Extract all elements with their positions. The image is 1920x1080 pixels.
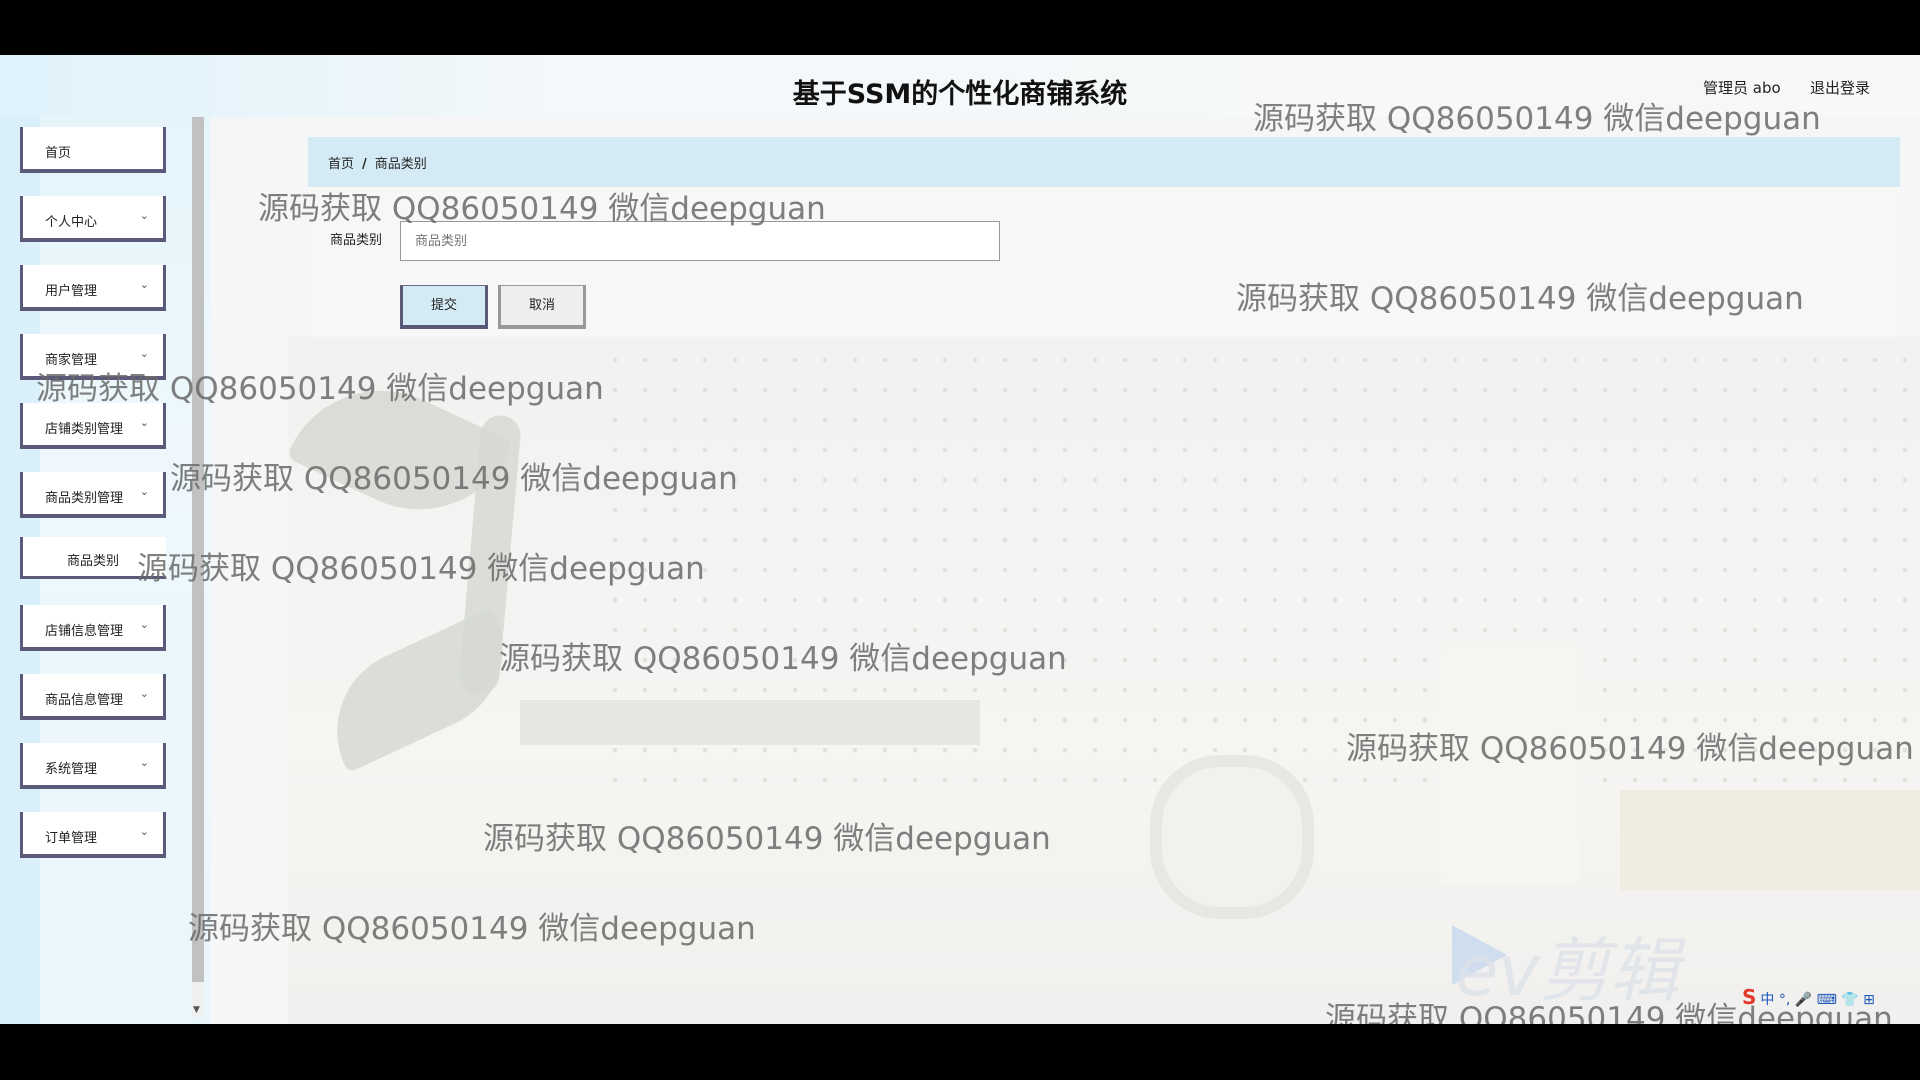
video-letterbox-top [0, 0, 1920, 55]
sidebar-item-personal-center[interactable]: 个人中心 ⌄ [20, 196, 166, 242]
submenu-item-label: 商品类别 [67, 554, 120, 569]
watermark-text: 源码获取 QQ86050149 微信deepguan [258, 191, 826, 227]
sidebar-item-shop-info-management[interactable]: 店铺信息管理 ⌄ [20, 605, 166, 651]
watermark-text: 源码获取 QQ86050149 微信deepguan [483, 821, 1051, 857]
watermark-text: 源码获取 QQ86050149 微信deepguan [170, 461, 738, 497]
decorative-shelf [520, 700, 980, 745]
watermark-text: 源码获取 QQ86050149 微信deepguan [188, 911, 756, 947]
breadcrumb-current: 商品类别 [374, 157, 427, 172]
breadcrumb-bar: 首页 / 商品类别 [308, 137, 1900, 187]
chevron-down-icon: ⌄ [139, 485, 149, 498]
sidebar-item-order-management[interactable]: 订单管理 ⌄ [20, 812, 166, 858]
sidebar-item-label: 首页 [45, 146, 72, 161]
breadcrumb-home[interactable]: 首页 [328, 157, 354, 172]
watermark-text: 源码获取 QQ86050149 微信deepguan [1346, 731, 1914, 767]
sidebar-item-label: 个人中心 [45, 215, 98, 230]
watermark-text: 源码获取 QQ86050149 微信deepguan [137, 551, 705, 587]
ime-toolbar[interactable]: S中 °, 🎤 ⌨ 👕 ⊞ [1742, 985, 1875, 1009]
cancel-button[interactable]: 取消 [498, 285, 586, 329]
sidebar-item-label: 商品类别管理 [45, 491, 124, 506]
sidebar-item-label: 店铺类别管理 [45, 422, 124, 437]
chevron-down-icon: ⌄ [139, 756, 149, 769]
decorative-ring [1150, 755, 1314, 919]
sidebar-item-user-management[interactable]: 用户管理 ⌄ [20, 265, 166, 311]
breadcrumb-separator: / [362, 157, 367, 172]
app-screen: 基于SSM的个性化商铺系统 管理员 abo 退出登录 首页 个人中心 ⌄ 用户管… [0, 55, 1920, 1024]
chevron-down-icon: ⌄ [139, 687, 149, 700]
breadcrumb: 首页 / 商品类别 [328, 153, 427, 172]
watermark-text: 源码获取 QQ86050149 微信deepguan [1236, 281, 1804, 317]
scroll-down-arrow-icon[interactable]: ▼ [193, 1005, 200, 1015]
sogou-ime-icon[interactable]: S [1742, 985, 1756, 1009]
sidebar-item-product-info-management[interactable]: 商品信息管理 ⌄ [20, 674, 166, 720]
sidebar-item-label: 店铺信息管理 [45, 624, 124, 639]
chevron-down-icon: ⌄ [139, 618, 149, 631]
sidebar-item-home[interactable]: 首页 [20, 127, 166, 173]
sidebar-item-product-category-management[interactable]: 商品类别管理 ⌄ [20, 472, 166, 518]
chevron-down-icon: ⌄ [139, 347, 149, 360]
ime-status-text: 中 °, 🎤 ⌨ 👕 ⊞ [1760, 992, 1875, 1008]
watermark-text: 源码获取 QQ86050149 微信deepguan [499, 641, 1067, 677]
decorative-book [1620, 790, 1920, 890]
chevron-down-icon: ⌄ [139, 278, 149, 291]
watermark-text: 源码获取 QQ86050149 微信deepguan [36, 371, 604, 407]
sidebar-item-label: 商品信息管理 [45, 693, 124, 708]
sidebar-item-shop-category-management[interactable]: 店铺类别管理 ⌄ [20, 403, 166, 449]
video-letterbox-bottom [0, 1024, 1920, 1080]
sidebar-item-label: 订单管理 [45, 831, 98, 846]
watermark-text: 源码获取 QQ86050149 微信deepguan [1253, 101, 1821, 137]
sidebar-item-label: 系统管理 [45, 762, 98, 777]
chevron-down-icon: ⌄ [139, 416, 149, 429]
ev-editor-watermark: ev剪辑 [1455, 930, 1680, 1012]
chevron-down-icon: ⌄ [139, 825, 149, 838]
category-field-label: 商品类别 [330, 233, 383, 248]
sidebar-item-label: 用户管理 [45, 284, 98, 299]
sidebar-item-system-management[interactable]: 系统管理 ⌄ [20, 743, 166, 789]
submit-button[interactable]: 提交 [400, 285, 488, 329]
chevron-down-icon: ⌄ [139, 209, 149, 222]
